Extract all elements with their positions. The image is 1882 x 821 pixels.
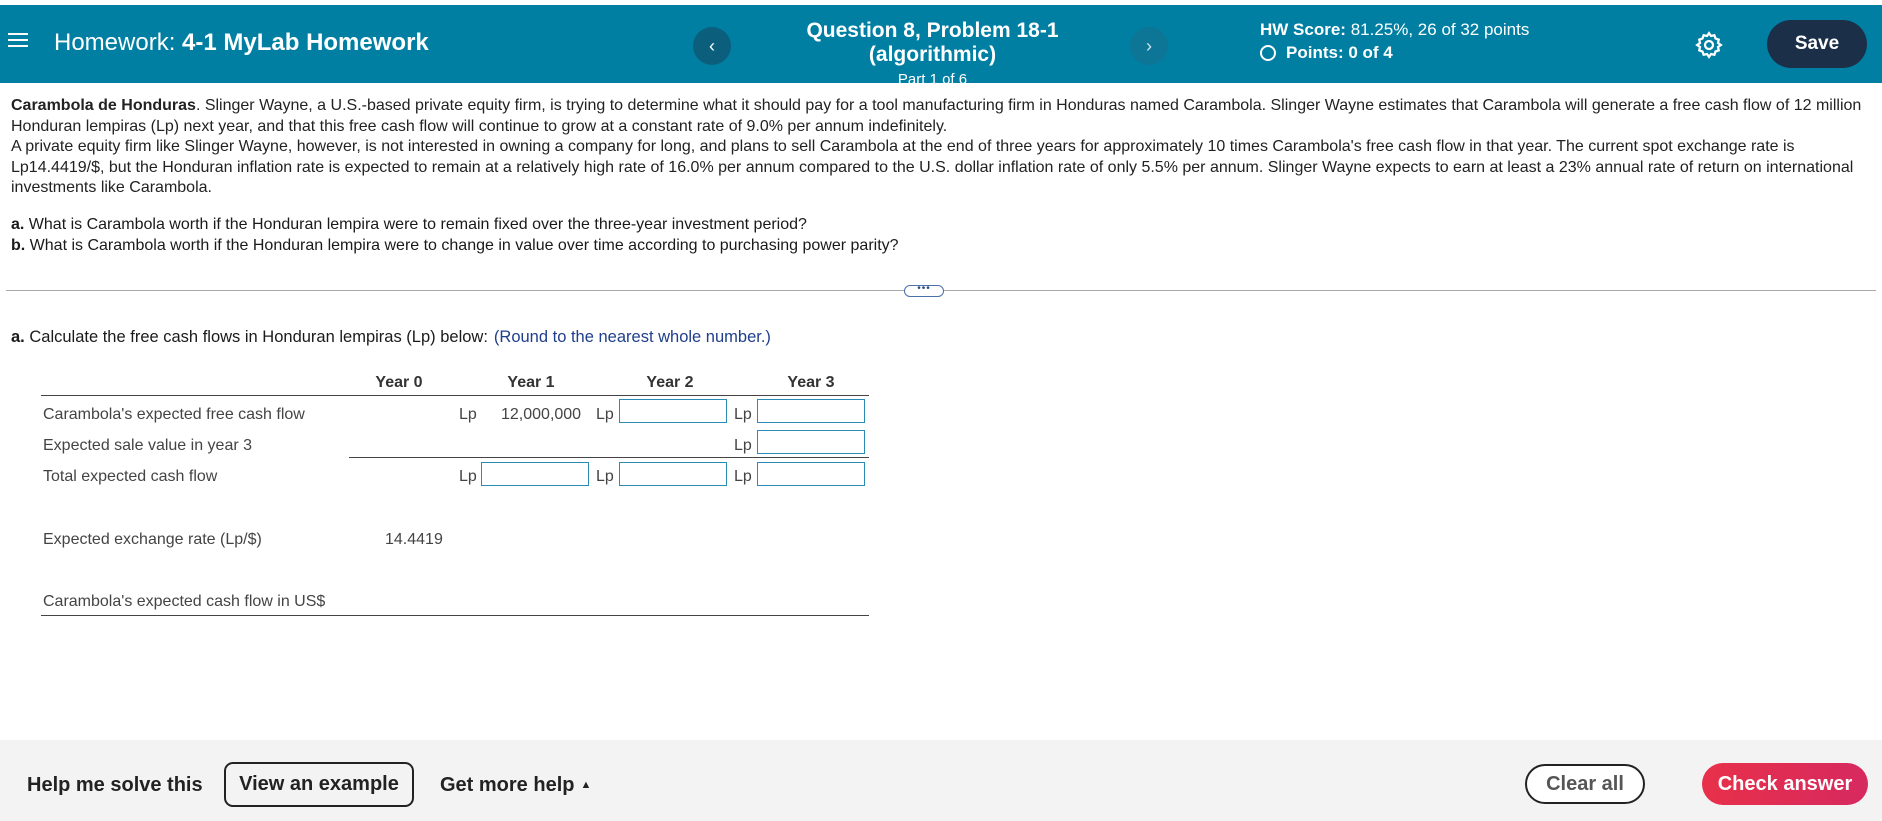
points-label: Points: <box>1286 43 1344 62</box>
column-header-year-3: Year 3 <box>787 374 835 391</box>
get-more-help-label: Get more help <box>440 774 575 796</box>
company-name: Carambola de Honduras <box>11 97 196 114</box>
currency-label: Lp <box>734 468 752 485</box>
fcf-year-2-input[interactable] <box>619 399 727 423</box>
fcf-year-3-input[interactable] <box>757 399 865 423</box>
row-label-free-cash-flow: Carambola's expected free cash flow <box>43 406 305 423</box>
question-a-letter: a. <box>11 216 25 233</box>
question-b: b. What is Carambola worth if the Hondur… <box>11 236 899 257</box>
clear-all-button[interactable]: Clear all <box>1525 764 1645 804</box>
currency-label: Lp <box>734 406 752 423</box>
problem-statement: Carambola de Honduras. Slinger Wayne, a … <box>11 96 1871 199</box>
question-a-text: What is Carambola worth if the Honduran … <box>24 216 807 233</box>
question-b-text: What is Carambola worth if the Honduran … <box>25 236 899 254</box>
currency-label: Lp <box>459 406 477 423</box>
menu-icon[interactable] <box>8 29 28 51</box>
row-label-sale-value: Expected sale value in year 3 <box>43 437 253 454</box>
footer-bar: Help me solve this View an example Get m… <box>0 740 1882 821</box>
header-rule <box>41 395 869 396</box>
points-status: Points: 0 of 4 <box>1260 43 1393 63</box>
row-label-exchange-rate: Expected exchange rate (Lp/$) <box>43 531 262 548</box>
expand-more-icon[interactable]: ••• <box>904 284 944 297</box>
exchange-rate-year-0-value: 14.4419 <box>385 531 443 548</box>
next-question-button[interactable]: › <box>1130 27 1168 65</box>
points-value: 0 of 4 <box>1348 43 1393 62</box>
currency-label: Lp <box>596 468 614 485</box>
total-year-2-input[interactable] <box>619 462 727 486</box>
status-circle-icon <box>1260 45 1276 61</box>
question-a: a. What is Carambola worth if the Hondur… <box>11 215 899 236</box>
homework-prefix: Homework: <box>54 29 176 56</box>
subtotal-rule <box>349 457 869 458</box>
sale-value-year-3-input[interactable] <box>757 430 865 454</box>
currency-label: Lp <box>459 468 477 485</box>
homework-name: 4-1 MyLab Homework <box>182 29 429 56</box>
column-header-year-0: Year 0 <box>375 374 423 391</box>
chevron-right-icon: › <box>1146 35 1152 56</box>
column-header-year-2: Year 2 <box>646 374 694 391</box>
bottom-rule <box>41 615 869 616</box>
fcf-year-1-value: 12,000,000 <box>501 406 582 423</box>
rounding-hint: (Round to the nearest whole number.) <box>493 328 771 346</box>
part-a-text: Calculate the free cash flows in Hondura… <box>24 328 488 346</box>
total-year-3-input[interactable] <box>757 462 865 486</box>
question-title: Question 8, Problem 18-1 (algorithmic) <box>806 19 1059 66</box>
hw-score-label: HW Score: <box>1260 20 1346 39</box>
part-a-instruction: a. Calculate the free cash flows in Hond… <box>11 328 771 347</box>
column-header-year-1: Year 1 <box>507 374 555 391</box>
caret-up-icon: ▲ <box>580 779 592 791</box>
problem-paragraph-2: A private equity firm like Slinger Wayne… <box>11 138 1854 196</box>
total-year-1-input[interactable] <box>481 462 589 486</box>
row-label-total-cash-flow: Total expected cash flow <box>43 468 218 485</box>
chevron-left-icon: ‹ <box>709 35 715 56</box>
get-more-help-button[interactable]: Get more help ▲ <box>440 774 591 797</box>
cash-flow-table: Year 0 Year 1 Year 2 Year 3 Carambola's … <box>41 370 869 620</box>
homework-title: Homework: 4-1 MyLab Homework <box>54 29 429 57</box>
currency-label: Lp <box>734 437 752 454</box>
question-header: Question 8, Problem 18-1 (algorithmic) P… <box>745 19 1120 88</box>
view-an-example-button[interactable]: View an example <box>224 762 414 807</box>
part-a-letter: a. <box>11 328 25 346</box>
hw-score: HW Score: 81.25%, 26 of 32 points <box>1260 20 1529 40</box>
check-answer-button[interactable]: Check answer <box>1702 763 1868 805</box>
help-me-solve-this-button[interactable]: Help me solve this <box>27 774 203 797</box>
question-part: Part 1 of 6 <box>897 71 968 88</box>
hw-score-value: 81.25%, 26 of 32 points <box>1350 20 1530 39</box>
row-label-usd-cash-flow: Carambola's expected cash flow in US$ <box>43 593 326 610</box>
question-list: a. What is Carambola worth if the Hondur… <box>11 215 899 256</box>
settings-gear-icon[interactable] <box>1694 30 1724 60</box>
previous-question-button[interactable]: ‹ <box>693 27 731 65</box>
question-b-letter: b. <box>11 236 26 254</box>
currency-label: Lp <box>596 406 614 423</box>
save-button[interactable]: Save <box>1767 20 1867 68</box>
problem-paragraph-1: . Slinger Wayne, a U.S.-based private eq… <box>11 97 1862 135</box>
top-bar: Homework: 4-1 MyLab Homework ‹ Question … <box>0 5 1882 88</box>
